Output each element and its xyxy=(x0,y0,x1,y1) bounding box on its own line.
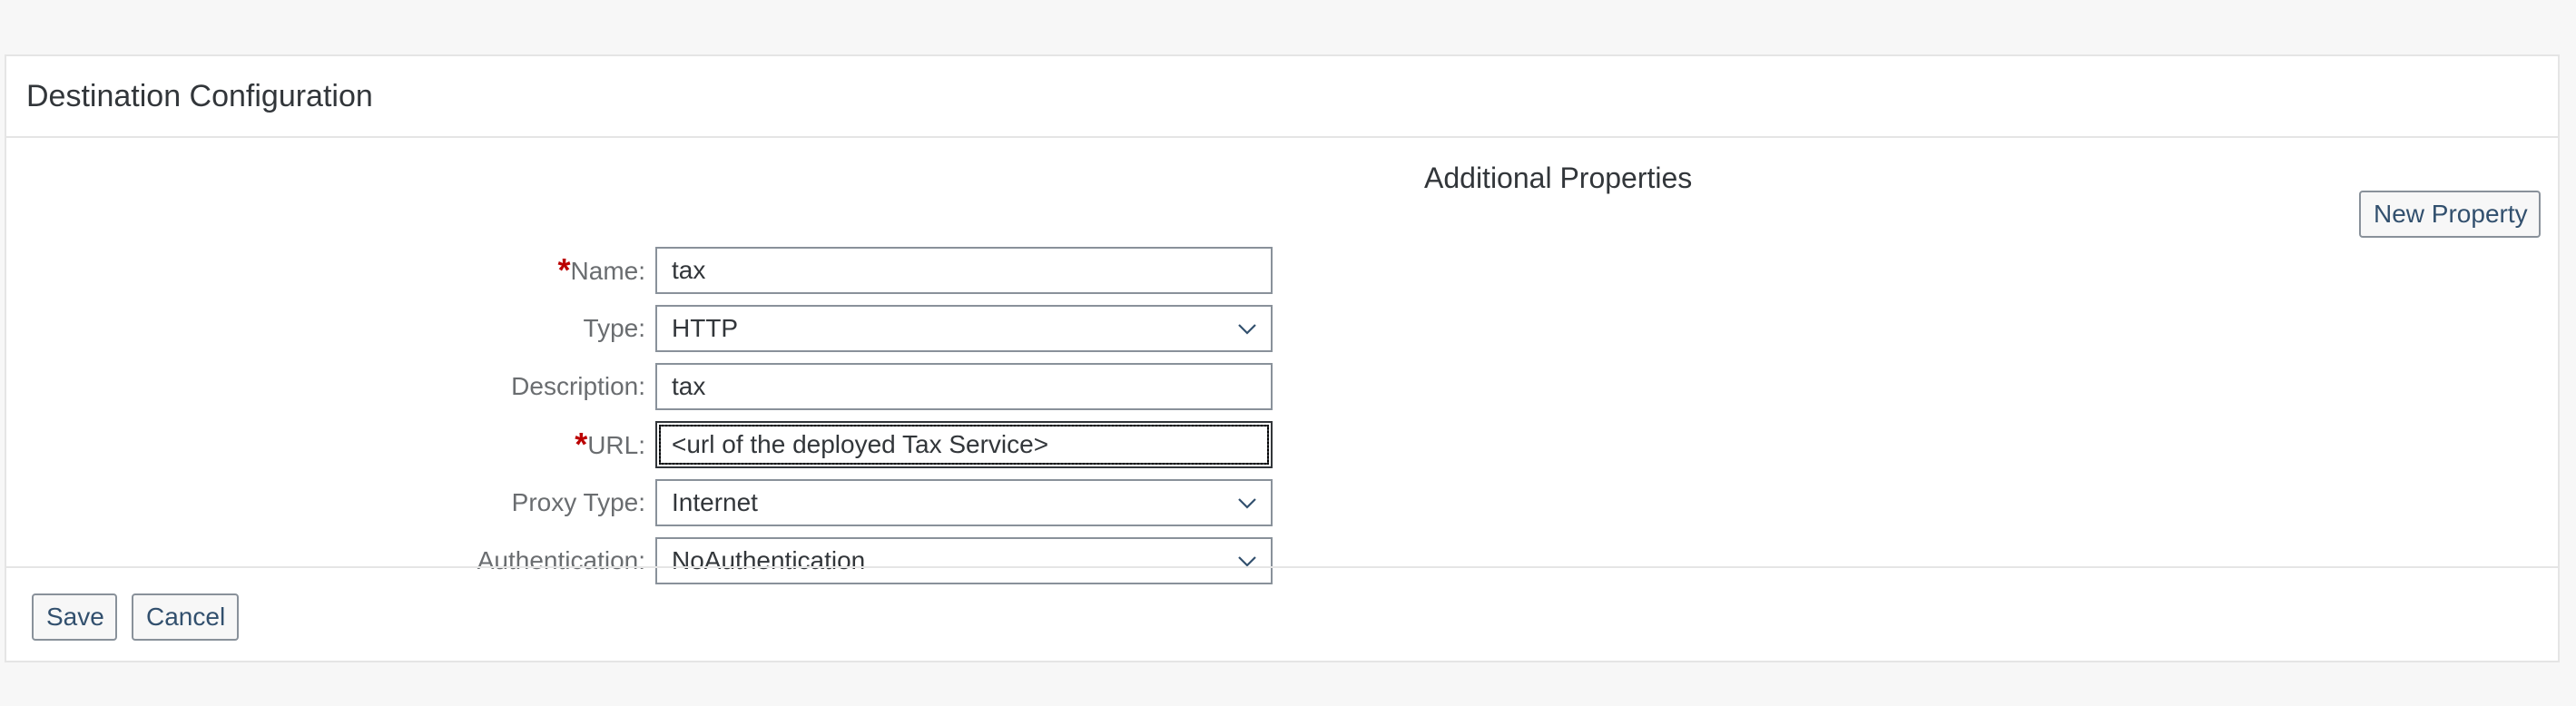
description-label: Description: xyxy=(511,372,645,400)
page-title: Destination Configuration xyxy=(26,79,373,113)
save-button[interactable]: Save xyxy=(32,593,117,641)
type-select[interactable]: HTTP xyxy=(655,305,1273,352)
type-label: Type: xyxy=(583,314,645,342)
name-label: *Name: xyxy=(558,245,645,296)
type-row: Type: HTTP xyxy=(6,303,1277,354)
chevron-down-icon[interactable] xyxy=(1236,492,1258,514)
url-input[interactable] xyxy=(655,421,1273,468)
panel-header: Destination Configuration xyxy=(6,56,2558,138)
panel-footer: Save Cancel xyxy=(6,566,2558,662)
required-marker: * xyxy=(575,426,588,463)
chevron-down-icon[interactable] xyxy=(1236,318,1258,339)
url-label-text: URL: xyxy=(587,431,645,459)
name-row: *Name: xyxy=(6,245,1277,296)
url-label: *URL: xyxy=(575,419,645,470)
description-input[interactable] xyxy=(655,363,1273,410)
proxy-type-label: Proxy Type: xyxy=(511,488,645,516)
type-select-value: HTTP xyxy=(672,314,739,342)
new-property-button[interactable]: New Property xyxy=(2359,191,2541,238)
cancel-button[interactable]: Cancel xyxy=(132,593,239,641)
description-row: Description: xyxy=(6,361,1277,412)
proxy-type-select[interactable]: Internet xyxy=(655,479,1273,526)
destination-configuration-panel: Destination Configuration *Name: Type: H… xyxy=(5,54,2560,662)
name-input[interactable] xyxy=(655,247,1273,294)
name-label-text: Name: xyxy=(570,257,645,285)
destination-form: *Name: Type: HTTP Description: *URL: Pro… xyxy=(6,138,2558,584)
additional-properties-title: Additional Properties xyxy=(1424,162,1693,194)
proxy-type-row: Proxy Type: Internet xyxy=(6,477,1277,528)
url-row: *URL: xyxy=(6,419,1277,470)
required-marker: * xyxy=(557,251,571,289)
proxy-type-select-value: Internet xyxy=(672,488,758,516)
